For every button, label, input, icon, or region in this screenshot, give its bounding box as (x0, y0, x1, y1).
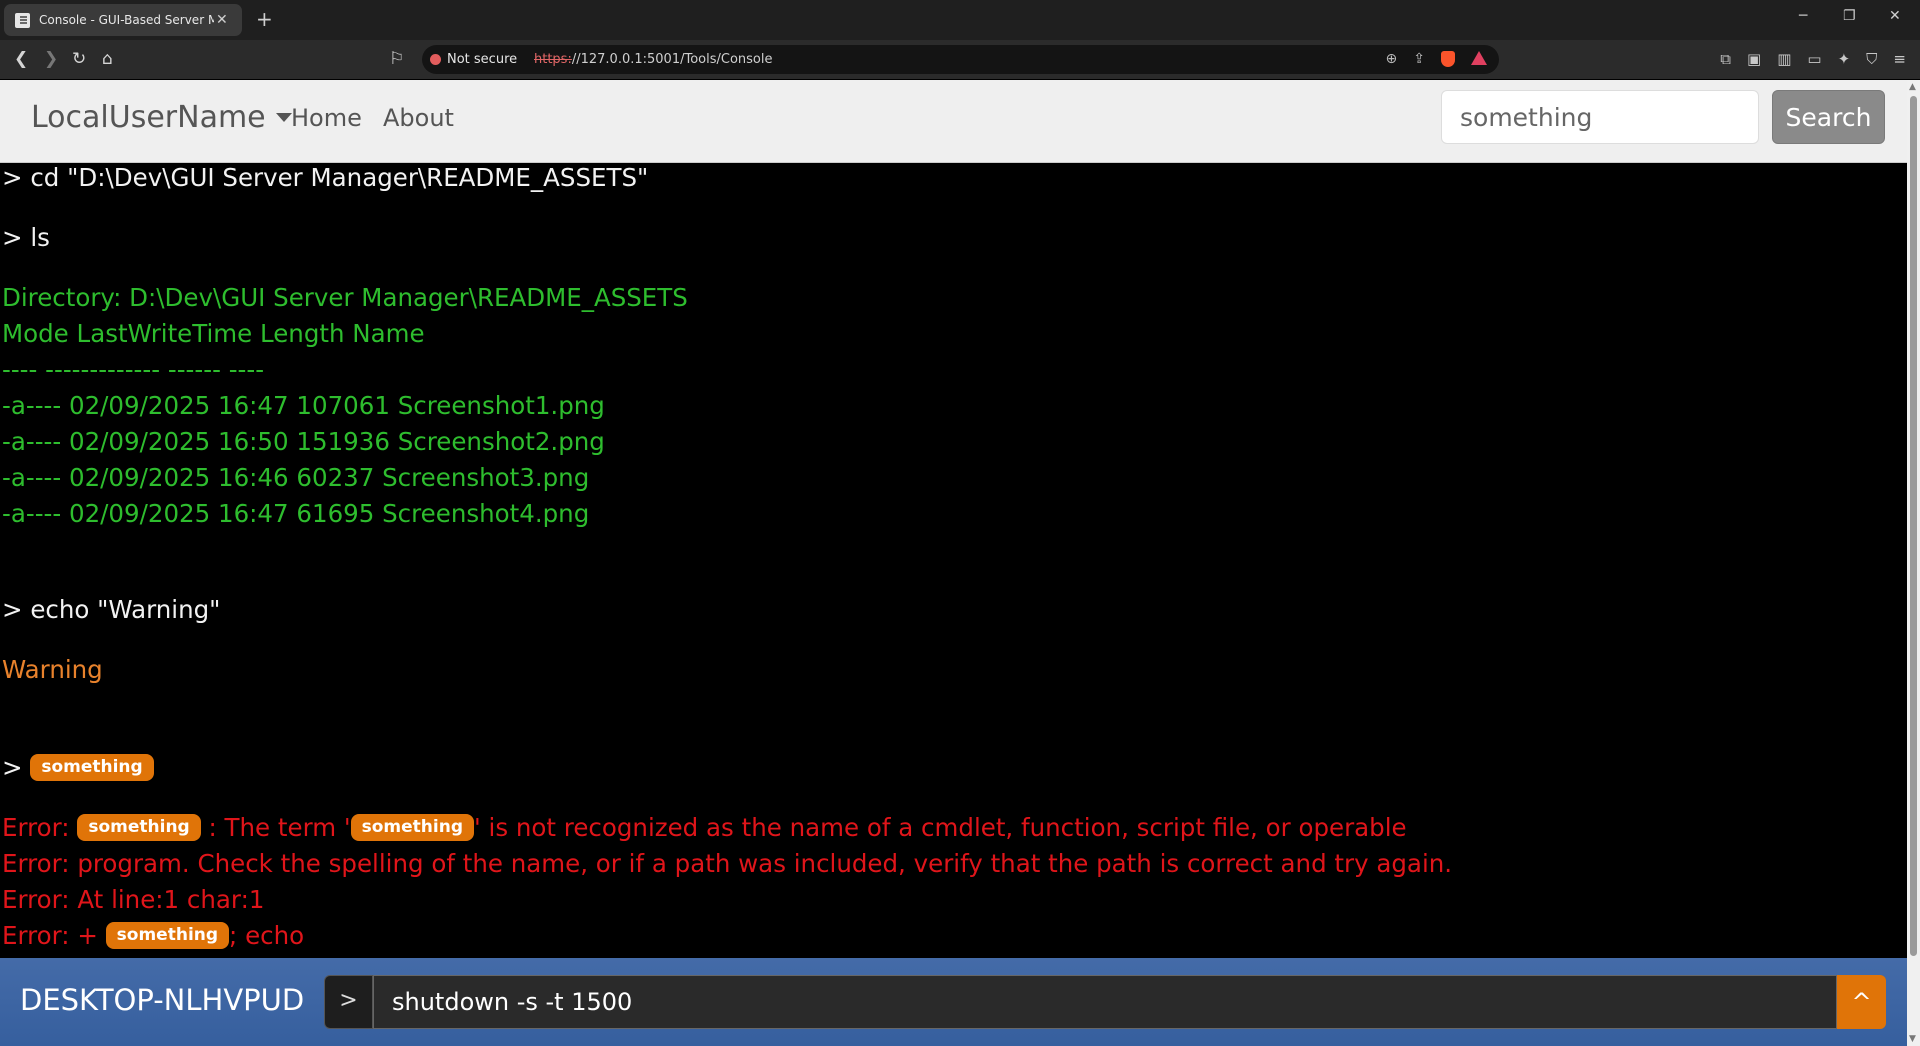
screenshot-icon[interactable]: ▣ (1747, 50, 1761, 68)
security-label: Not secure (447, 52, 518, 67)
browser-tab[interactable]: Console - GUI-Based Server Manager ✕ (4, 4, 242, 36)
page-scrollbar[interactable]: ▲ ▼ (1907, 80, 1920, 1046)
console-line: -a---- 02/09/2025 16:47 107061 Screensho… (2, 391, 605, 420)
highlight-badge: something (30, 753, 154, 781)
user-dropdown[interactable]: LocalUserName (31, 100, 292, 135)
menu-icon[interactable]: ≡ (1893, 50, 1906, 68)
error-prefix: Error: (2, 921, 70, 950)
hostname-label: DESKTOP-NLHVPUD (20, 983, 305, 1017)
window-close-icon[interactable]: ✕ (1889, 8, 1901, 24)
scroll-down-icon[interactable]: ▼ (1909, 1034, 1916, 1044)
bookmark-icon[interactable]: ⚐ (389, 49, 404, 69)
restore-icon[interactable]: ❐ (1843, 8, 1856, 24)
url-text[interactable]: https://127.0.0.1:5001/Tools/Console (534, 52, 772, 67)
share-icon[interactable]: ⇪ (1413, 51, 1425, 67)
vpn-icon[interactable]: ⛉ (1866, 50, 1877, 68)
url-protocol: https: (534, 52, 572, 67)
search-button[interactable]: Search (1772, 90, 1885, 144)
extensions-icon[interactable]: ⧉ (1720, 50, 1731, 68)
send-command-button[interactable]: ^ (1837, 975, 1886, 1029)
console-line: > something (2, 753, 154, 783)
tab-close-icon[interactable]: ✕ (216, 12, 228, 28)
not-secure-icon (430, 54, 441, 65)
console-line: ---- ------------- ------ ---- (2, 355, 265, 384)
prompt-indicator: > (324, 975, 373, 1029)
highlight-badge: something (77, 813, 201, 841)
url-path: //127.0.0.1:5001/Tools/Console (571, 52, 773, 67)
nav-about-link[interactable]: About (383, 104, 454, 132)
error-prefix: Error: (2, 885, 70, 914)
tab-title: Console - GUI-Based Server Manager (39, 13, 214, 27)
prompt-symbol: > (2, 753, 23, 782)
highlight-badge: something (350, 813, 474, 841)
console-line: > ls (2, 223, 50, 252)
console-line: Mode LastWriteTime Length Name (2, 319, 425, 348)
error-line: Error: program. Check the spelling of th… (2, 849, 1452, 878)
security-indicator[interactable]: Not secure (430, 52, 517, 67)
leo-ai-icon[interactable]: ✦ (1838, 50, 1851, 68)
home-icon[interactable]: ⌂ (102, 49, 113, 69)
brave-shields-icon[interactable] (1441, 51, 1455, 67)
page-favicon-icon (15, 12, 30, 28)
caret-down-icon (275, 113, 292, 122)
console-line: > cd "D:\Dev\GUI Server Manager\README_A… (2, 163, 649, 192)
error-prefix: Error: (2, 849, 70, 878)
console-line: Warning (2, 655, 103, 684)
search-input[interactable] (1441, 90, 1759, 144)
error-text: : The term ' (208, 813, 351, 842)
zoom-icon[interactable]: ⊕ (1386, 51, 1398, 67)
minimize-icon[interactable]: ─ (1799, 8, 1807, 24)
error-line: Error: + something; echo (2, 921, 304, 951)
scroll-up-icon[interactable]: ▲ (1909, 82, 1916, 92)
new-tab-icon[interactable]: + (256, 7, 273, 31)
highlight-badge: something (105, 921, 230, 949)
console-line: -a---- 02/09/2025 16:50 151936 Screensho… (2, 427, 605, 456)
error-text: At line:1 char:1 (77, 885, 265, 914)
address-bar[interactable]: Not secure https://127.0.0.1:5001/Tools/… (422, 45, 1499, 74)
back-icon[interactable]: ❮ (14, 49, 28, 69)
wallet-icon[interactable]: ▭ (1807, 50, 1821, 68)
error-text: program. Check the spelling of the name,… (77, 849, 1453, 878)
app-navbar: LocalUserName Home About Search (0, 80, 1907, 163)
brand-label: LocalUserName (31, 100, 266, 135)
browser-toolbar: ❮ ❯ ↻ ⌂ ⚐ Not secure https://127.0.0.1:5… (0, 40, 1920, 79)
browser-tab-strip: Console - GUI-Based Server Manager ✕ + ─… (0, 0, 1920, 40)
console-line: -a---- 02/09/2025 16:46 60237 Screenshot… (2, 463, 590, 492)
command-input[interactable] (373, 975, 1837, 1029)
error-text: + (77, 921, 98, 950)
brave-rewards-icon[interactable] (1471, 51, 1487, 65)
console-line: Directory: D:\Dev\GUI Server Manager\REA… (2, 283, 688, 312)
scrollbar-thumb[interactable] (1910, 96, 1917, 956)
reload-icon[interactable]: ↻ (72, 49, 86, 69)
console-output: > cd "D:\Dev\GUI Server Manager\README_A… (0, 163, 1907, 958)
console-line: > echo "Warning" (2, 595, 221, 624)
error-text: ' is not recognized as the name of a cmd… (474, 813, 1407, 842)
nav-home-link[interactable]: Home (291, 104, 362, 132)
sidebar-icon[interactable]: ▥ (1777, 50, 1791, 68)
command-bar: DESKTOP-NLHVPUD > ^ (0, 958, 1907, 1046)
error-text: ; echo (229, 921, 305, 950)
console-line: -a---- 02/09/2025 16:47 61695 Screenshot… (2, 499, 590, 528)
forward-icon[interactable]: ❯ (44, 49, 58, 69)
error-line: Error: At line:1 char:1 (2, 885, 264, 914)
error-prefix: Error: (2, 813, 70, 842)
error-line: Error: something : The term ' something ' … (2, 813, 1407, 843)
